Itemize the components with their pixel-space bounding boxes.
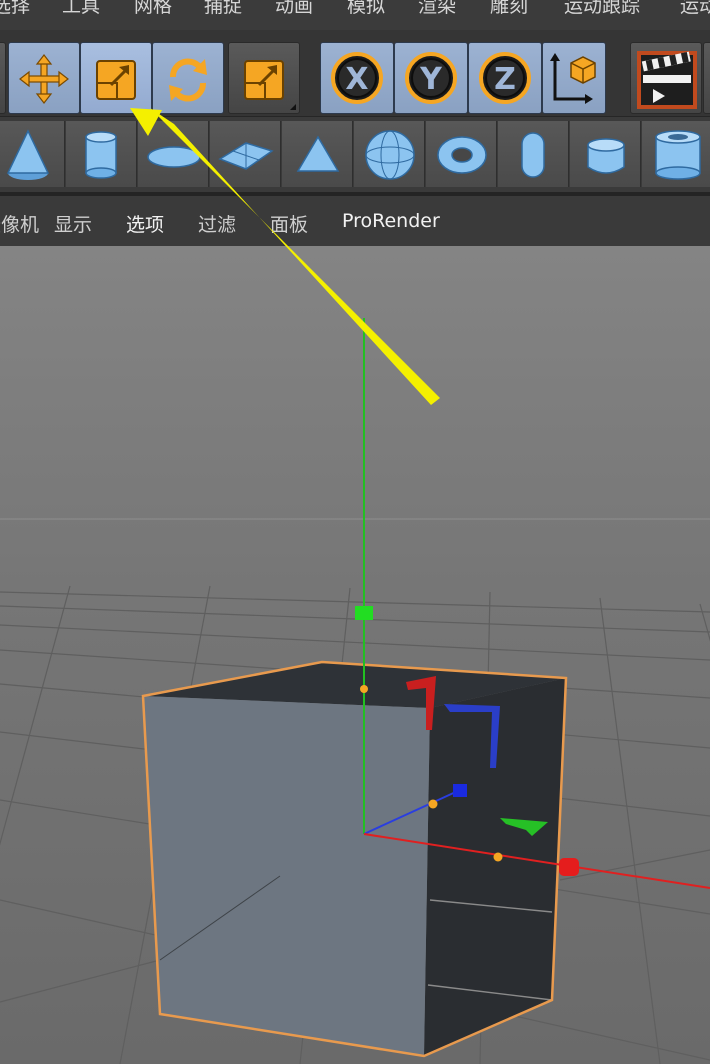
plane-icon [218,142,274,170]
sphere-icon [365,130,415,180]
scale-tool-icon [96,60,136,100]
viewport-menu-options[interactable]: 选项 [126,210,164,237]
perspective-viewport[interactable] [0,246,710,1064]
disc-button[interactable] [138,121,209,187]
selected-cube[interactable] [141,660,568,1058]
torus-button[interactable] [426,121,497,187]
recent-tools-icon [244,60,284,100]
move-tool-icon [19,54,69,104]
main-menu-bar: 选择 工具 网格 捕捉 动画 模拟 渲染 雕刻 运动跟踪 运动 [0,0,710,30]
render-view-button[interactable] [630,42,702,114]
recent-tools-button[interactable] [228,42,300,114]
main-toolbar: X Y Z [0,30,710,116]
y-axis-icon: Y [405,52,457,104]
oil-tank-button[interactable] [570,121,641,187]
z-axis-lock-button[interactable]: Z [468,42,542,114]
x-axis-lock-button[interactable]: X [320,42,394,114]
torus-icon [437,136,487,174]
cone-icon [6,129,50,180]
y-axis-label: Y [419,62,443,97]
capsule-icon [521,132,545,178]
partial-tool-button[interactable] [0,42,6,114]
z-plane-handle[interactable] [428,799,438,809]
z-axis-icon: Z [479,52,531,104]
primitives-toolbar [0,116,710,193]
partial-render-button[interactable] [703,42,710,114]
y-plane-handle[interactable] [360,685,368,693]
oil-tank-icon [587,138,625,174]
rotate-tool-button[interactable] [152,42,224,114]
menu-simulate[interactable]: 模拟 [347,0,385,18]
cylinder-icon [85,131,117,179]
capsule-button[interactable] [498,121,569,187]
x-axis-label: X [345,62,368,97]
menu-animate[interactable]: 动画 [275,0,313,18]
x-axis-handle[interactable] [559,858,579,876]
menu-render[interactable]: 渲染 [418,0,456,18]
menu-mesh[interactable]: 网格 [134,0,172,18]
z-axis-handle[interactable] [453,784,467,797]
menu-tools[interactable]: 工具 [62,0,100,18]
viewport-menu-panel[interactable]: 面板 [270,210,308,237]
menu-select[interactable]: 选择 [0,0,30,18]
viewport-menu-display[interactable]: 显示 [54,210,92,237]
y-axis-handle[interactable] [355,606,373,620]
y-axis-lock-button[interactable]: Y [394,42,468,114]
rotate-tool-icon [169,58,207,102]
pyramid-button[interactable] [282,121,353,187]
pyramid-icon [296,135,340,172]
x-plane-handle[interactable] [493,852,503,862]
menu-motion-tracking[interactable]: 运动跟踪 [564,0,640,18]
cone-button[interactable] [0,121,65,187]
viewport-menu-camera[interactable]: 摄像机 [0,210,39,237]
menu-mograph[interactable]: 运动 [680,0,710,18]
scale-tool-button[interactable] [80,42,152,114]
disc-icon [147,146,201,168]
viewport-canvas [0,246,710,1064]
sphere-button[interactable] [354,121,425,187]
submenu-corner-icon [290,104,296,110]
move-tool-button[interactable] [8,42,80,114]
x-axis-icon: X [331,52,383,104]
viewport-menu-bar: 摄像机 显示 选项 过滤 面板 ProRender [0,196,710,246]
viewport-menu-filter[interactable]: 过滤 [198,210,236,237]
menu-sculpt[interactable]: 雕刻 [490,0,528,18]
z-axis-label: Z [494,62,516,97]
cube-front-face [143,696,430,1056]
tube-button[interactable] [642,121,710,187]
menu-snap[interactable]: 捕捉 [204,0,242,18]
cylinder-button[interactable] [66,121,137,187]
tube-icon [655,130,701,180]
plane-button[interactable] [210,121,281,187]
clapperboard-icon [637,51,697,109]
world-coordinate-icon [550,53,596,104]
coordinate-system-button[interactable] [542,42,606,114]
viewport-menu-prorender[interactable]: ProRender [342,210,440,232]
